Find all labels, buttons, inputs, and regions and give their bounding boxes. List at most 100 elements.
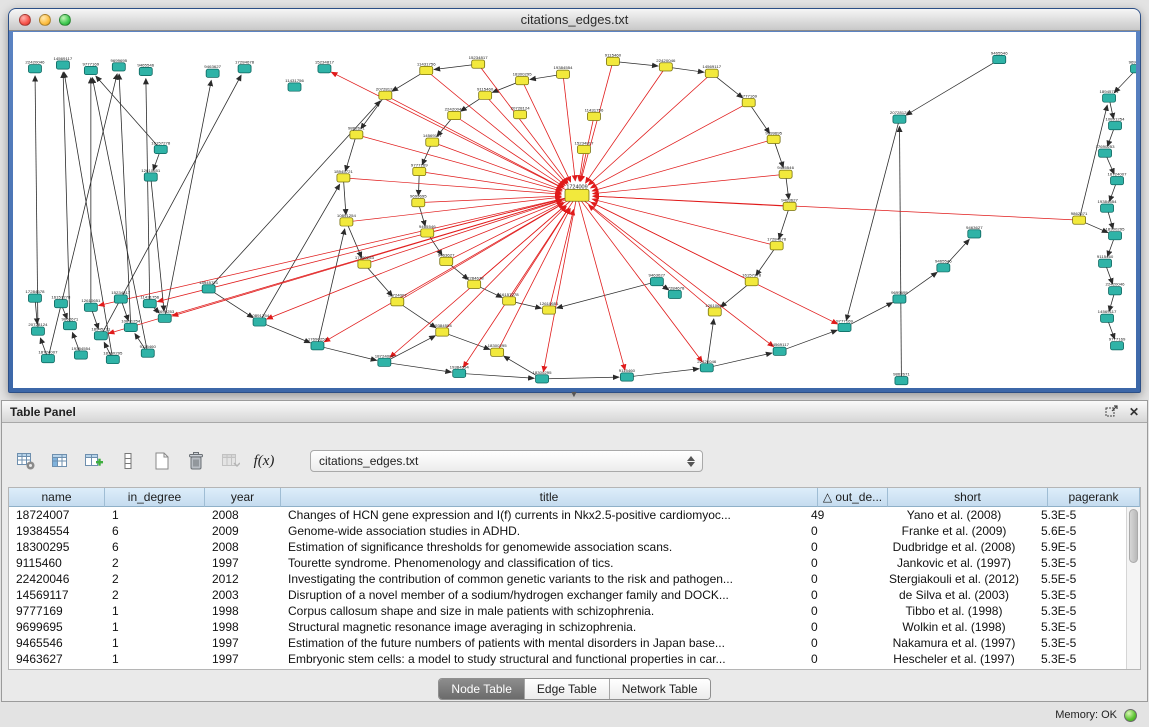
graph-node[interactable]	[708, 308, 721, 316]
graph-node[interactable]	[114, 295, 127, 303]
graph-node[interactable]	[413, 167, 426, 175]
graph-edge[interactable]	[99, 195, 577, 305]
graph-edge[interactable]	[593, 196, 1079, 220]
graph-node[interactable]	[238, 65, 251, 73]
table-row[interactable]: 946362711997Embryonic stem cells: a mode…	[9, 651, 1126, 667]
panel-collapse-handle[interactable]: ▼	[567, 390, 581, 399]
graph-edge[interactable]	[356, 135, 561, 191]
graph-node[interactable]	[41, 355, 54, 363]
table-row[interactable]: 946554611997Estimation of the future num…	[9, 635, 1126, 651]
graph-node[interactable]	[577, 145, 590, 153]
graph-edge[interactable]	[157, 195, 577, 301]
graph-node[interactable]	[112, 63, 125, 71]
graph-edge[interactable]	[459, 373, 534, 378]
graph-edge[interactable]	[63, 72, 70, 325]
graph-node[interactable]	[453, 369, 466, 377]
graph-node[interactable]	[74, 351, 87, 359]
zoom-window-button[interactable]	[59, 14, 71, 26]
graph-edge[interactable]	[317, 346, 376, 361]
graph-edge[interactable]	[419, 171, 561, 192]
graph-edge[interactable]	[361, 95, 385, 128]
graph-node[interactable]	[1101, 314, 1114, 322]
graph-node[interactable]	[893, 295, 906, 303]
graph-node[interactable]	[1109, 232, 1122, 240]
graph-edge[interactable]	[146, 79, 150, 304]
graph-node[interactable]	[745, 277, 758, 285]
graph-edge[interactable]	[317, 229, 344, 346]
graph-node[interactable]	[56, 61, 69, 69]
column-header-year[interactable]: year	[205, 488, 281, 507]
close-window-button[interactable]	[19, 14, 31, 26]
graph-edge[interactable]	[589, 205, 715, 312]
graph-node[interactable]	[779, 170, 792, 178]
graph-node[interactable]	[379, 91, 392, 99]
graph-node[interactable]	[84, 66, 97, 74]
graph-node[interactable]	[206, 69, 219, 77]
graph-node[interactable]	[1099, 259, 1112, 267]
graph-node[interactable]	[412, 199, 425, 207]
column-header-out_de[interactable]: △ out_de...	[818, 488, 888, 507]
graph-node[interactable]	[154, 145, 167, 153]
graph-edge[interactable]	[779, 206, 790, 238]
graph-node[interactable]	[742, 99, 755, 107]
graph-edge[interactable]	[522, 81, 571, 182]
graph-node[interactable]	[773, 347, 786, 355]
tab-network-table[interactable]: Network Table	[610, 679, 710, 699]
graph-node[interactable]	[420, 66, 433, 74]
graph-edge[interactable]	[92, 78, 147, 353]
graph-node[interactable]	[94, 332, 107, 340]
graph-node[interactable]	[337, 174, 350, 182]
table-row[interactable]: 977716911998Corpus callosum shape and si…	[9, 603, 1126, 619]
graph-node[interactable]	[143, 299, 156, 307]
graph-node[interactable]	[993, 55, 1006, 63]
graph-edge[interactable]	[780, 330, 837, 351]
graph-edge[interactable]	[586, 67, 666, 183]
tab-edge-table[interactable]: Edge Table	[525, 679, 610, 699]
graph-node[interactable]	[668, 290, 681, 298]
graph-node[interactable]	[318, 65, 331, 73]
table-row[interactable]: 911546021997Tourette syndrome. Phenomeno…	[9, 555, 1126, 571]
graph-node[interactable]	[516, 77, 529, 85]
table-row[interactable]: 969969511998Structural magnetic resonanc…	[9, 619, 1126, 635]
table-row[interactable]: 1830029562008Estimation of significance …	[9, 539, 1126, 555]
graph-node[interactable]	[514, 110, 527, 118]
graph-edge[interactable]	[48, 74, 117, 359]
network-canvas[interactable]: 1724009193845541830029591154602242004614…	[13, 32, 1136, 388]
graph-node[interactable]	[503, 297, 516, 305]
column-header-name[interactable]: name	[9, 488, 105, 507]
graph-node[interactable]	[1109, 121, 1122, 129]
graph-node[interactable]	[139, 67, 152, 75]
graph-node[interactable]	[1111, 177, 1124, 185]
graph-node[interactable]	[1099, 149, 1112, 157]
graph-node[interactable]	[1131, 65, 1136, 73]
graph-edge[interactable]	[845, 303, 893, 328]
graph-node[interactable]	[479, 91, 492, 99]
graph-node[interactable]	[937, 264, 950, 272]
graph-edge[interactable]	[592, 139, 773, 191]
graph-node[interactable]	[202, 285, 215, 293]
graph-node[interactable]	[350, 131, 363, 139]
column-header-pagerank[interactable]: pagerank	[1048, 488, 1140, 507]
column-header-in_degree[interactable]: in_degree	[105, 488, 205, 507]
graph-edge[interactable]	[591, 103, 749, 188]
graph-edge[interactable]	[384, 362, 451, 372]
graph-edge[interactable]	[592, 199, 776, 246]
graph-node[interactable]	[620, 373, 633, 381]
graph-node[interactable]	[288, 83, 301, 91]
new-table-icon[interactable]	[152, 451, 172, 471]
import-table-icon[interactable]	[220, 451, 240, 471]
graph-node[interactable]	[421, 229, 434, 237]
graph-node[interactable]	[468, 280, 481, 288]
graph-node[interactable]	[472, 60, 485, 68]
graph-node[interactable]	[391, 298, 404, 306]
graph-node[interactable]	[448, 111, 461, 119]
minimize-window-button[interactable]	[39, 14, 51, 26]
graph-edge[interactable]	[549, 210, 573, 310]
graph-node[interactable]	[659, 63, 672, 71]
close-panel-icon[interactable]: ✕	[1129, 406, 1139, 418]
column-header-title[interactable]: title	[281, 488, 818, 507]
graph-edge[interactable]	[454, 115, 564, 186]
table-row[interactable]: 1938455462009Genome-wide association stu…	[9, 523, 1126, 539]
tab-node-table[interactable]: Node Table	[439, 679, 525, 699]
graph-node[interactable]	[783, 202, 796, 210]
